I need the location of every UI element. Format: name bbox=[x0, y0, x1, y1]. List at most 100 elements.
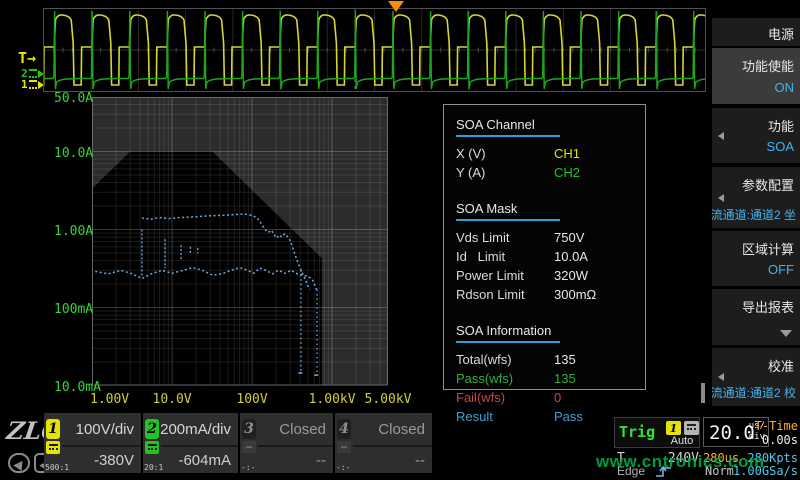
y-channel-label: Y (A) bbox=[456, 165, 554, 180]
channel-1-block[interactable]: 1 500:1 100V/div -380V bbox=[44, 413, 141, 473]
sidebar-scrollbar-thumb[interactable] bbox=[701, 383, 705, 403]
soa-mask-title: SOA Mask bbox=[456, 198, 633, 219]
ch4-offset: -- bbox=[415, 452, 425, 469]
ch1-probe-ratio: 500:1 bbox=[45, 463, 69, 472]
fail-wfs-value: 0 bbox=[554, 390, 561, 405]
channel-2-block[interactable]: 2 20:1 200mA/div -604mA bbox=[143, 413, 238, 473]
sidebar-item-calibration[interactable]: 校准 直流通道:通道2 校 bbox=[712, 348, 800, 406]
divider bbox=[258, 445, 333, 447]
trigger-arrow-icon: → bbox=[27, 49, 36, 67]
waveform-preview-strip bbox=[43, 8, 706, 92]
touch-gesture-icon-1[interactable] bbox=[8, 453, 30, 473]
function-mode: SOA bbox=[767, 139, 794, 154]
ch3-off-icon: – bbox=[242, 441, 256, 453]
id-limit-value: 10.0A bbox=[554, 249, 588, 264]
submenu-left-arrow-icon bbox=[718, 194, 724, 202]
rdson-limit-value: 300mΩ bbox=[554, 287, 596, 302]
ch1-dc-coupling-icon bbox=[46, 441, 60, 454]
sidebar-item-function-enable[interactable]: 功能使能 ON bbox=[712, 48, 800, 104]
ch1-dc-coupling-icon bbox=[29, 80, 37, 89]
total-wfs-value: 135 bbox=[554, 352, 576, 367]
power-limit-label: Power Limit bbox=[456, 268, 554, 283]
trigger-position-marker-icon[interactable] bbox=[388, 1, 404, 12]
trigger-level-marker[interactable]: T→ bbox=[18, 51, 36, 66]
ch1-offset: -380V bbox=[94, 452, 134, 469]
ch1-scale: 100V/div bbox=[76, 421, 134, 438]
x-channel-value: CH1 bbox=[554, 146, 580, 161]
ch4-state: Closed bbox=[378, 421, 425, 438]
y-tick-label: 10.0mA bbox=[54, 381, 88, 394]
power-limit-value: 320W bbox=[554, 268, 588, 283]
trigger-source-badge: 1 bbox=[666, 421, 681, 435]
t-time-value: 0.00s bbox=[762, 433, 798, 447]
trigger-coupling-icon bbox=[684, 421, 699, 435]
ch3-state: Closed bbox=[279, 421, 326, 438]
channel-3-block[interactable]: 3 – -:- Closed -- bbox=[240, 413, 333, 473]
pass-wfs-label: Pass(wfs) bbox=[456, 371, 554, 386]
id-limit-label: Id Limit bbox=[456, 249, 554, 264]
ch3-offset: -- bbox=[316, 452, 326, 469]
waveform-preview-svg bbox=[44, 9, 705, 91]
t-time-label: T-Time bbox=[755, 419, 798, 433]
sidebar-item-power[interactable]: 电源 bbox=[712, 18, 800, 46]
x-tick-label: 1.00kV bbox=[309, 393, 356, 406]
watermark: www.cntronics.com bbox=[596, 452, 764, 472]
vds-limit-label: Vds Limit bbox=[456, 230, 554, 245]
vds-limit-value: 750V bbox=[554, 230, 584, 245]
oscilloscope-screen: T→ 2 1 50.0A 10.0A 1.00A 100mA 10.0mA 1.00V 1… bbox=[0, 0, 800, 480]
ch2-badge: 2 bbox=[145, 419, 159, 439]
ch2-scale: 200mA/div bbox=[160, 421, 231, 438]
y-tick-label: 100mA bbox=[54, 303, 88, 316]
ch4-badge: 4 bbox=[337, 419, 351, 439]
area-calc-state: OFF bbox=[768, 262, 794, 277]
x-channel-label: X (V) bbox=[456, 146, 554, 161]
x-tick-label: 10.0V bbox=[153, 393, 192, 406]
sidebar-item-export-report[interactable]: 导出报表 bbox=[712, 289, 800, 345]
underline bbox=[456, 135, 560, 137]
soa-channel-title: SOA Channel bbox=[456, 114, 633, 135]
pass-wfs-value: 135 bbox=[554, 371, 576, 386]
y-tick-label: 10.0A bbox=[54, 147, 88, 160]
divider bbox=[62, 445, 141, 447]
result-label: Result bbox=[456, 409, 554, 424]
sidebar-item-function[interactable]: 功能 SOA bbox=[712, 108, 800, 163]
soa-plot bbox=[92, 97, 390, 387]
ch3-probe-ratio: -:- bbox=[241, 463, 255, 472]
soa-information-title: SOA Information bbox=[456, 320, 633, 341]
total-wfs-label: Total(wfs) bbox=[456, 352, 554, 367]
channel-4-block[interactable]: 4 – -:- Closed -- bbox=[335, 413, 432, 473]
ch2-dc-coupling-icon bbox=[145, 441, 159, 454]
trigger-mode: Auto bbox=[663, 435, 701, 447]
calibration-detail: 直流通道:通道2 校 bbox=[712, 384, 796, 401]
fail-wfs-label: Fail(wfs) bbox=[456, 390, 554, 405]
y-tick-label: 1.00A bbox=[54, 225, 88, 238]
ch4-off-icon: – bbox=[337, 441, 351, 453]
dropdown-down-arrow-icon bbox=[780, 330, 792, 337]
x-tick-label: 1.00V bbox=[90, 393, 129, 406]
ch3-badge: 3 bbox=[242, 419, 256, 439]
submenu-left-arrow-icon bbox=[718, 373, 724, 381]
y-channel-value: CH2 bbox=[554, 165, 580, 180]
submenu-left-arrow-icon bbox=[718, 132, 724, 140]
sidebar-item-area-calc[interactable]: 区域计算 OFF bbox=[712, 231, 800, 286]
ch2-dc-coupling-icon bbox=[29, 69, 37, 78]
y-tick-label: 50.0A bbox=[54, 92, 88, 105]
ch2-offset: -604mA bbox=[178, 452, 231, 469]
divider bbox=[161, 445, 238, 447]
function-enable-state: ON bbox=[775, 80, 795, 95]
x-tick-label: 100V bbox=[236, 393, 267, 406]
underline bbox=[456, 219, 560, 221]
result-value: Pass bbox=[554, 409, 583, 424]
trigger-block[interactable]: Trig 1 Auto bbox=[614, 417, 700, 448]
ch1-badge: 1 bbox=[46, 419, 60, 439]
parameter-config-detail: 直流通道:通道2 坐 bbox=[712, 206, 796, 223]
underline bbox=[456, 341, 560, 343]
rdson-limit-label: Rdson Limit bbox=[456, 287, 554, 302]
ch1-ground-marker[interactable]: 1 bbox=[21, 79, 44, 90]
trigger-level-label: T bbox=[18, 49, 27, 67]
ch4-probe-ratio: -:- bbox=[336, 463, 350, 472]
ch2-probe-ratio: 20:1 bbox=[144, 463, 163, 472]
x-tick-label: 5.00kV bbox=[365, 393, 412, 406]
sidebar-item-parameter-config[interactable]: 参数配置 直流通道:通道2 坐 bbox=[712, 167, 800, 228]
trig-label: Trig bbox=[619, 423, 655, 441]
